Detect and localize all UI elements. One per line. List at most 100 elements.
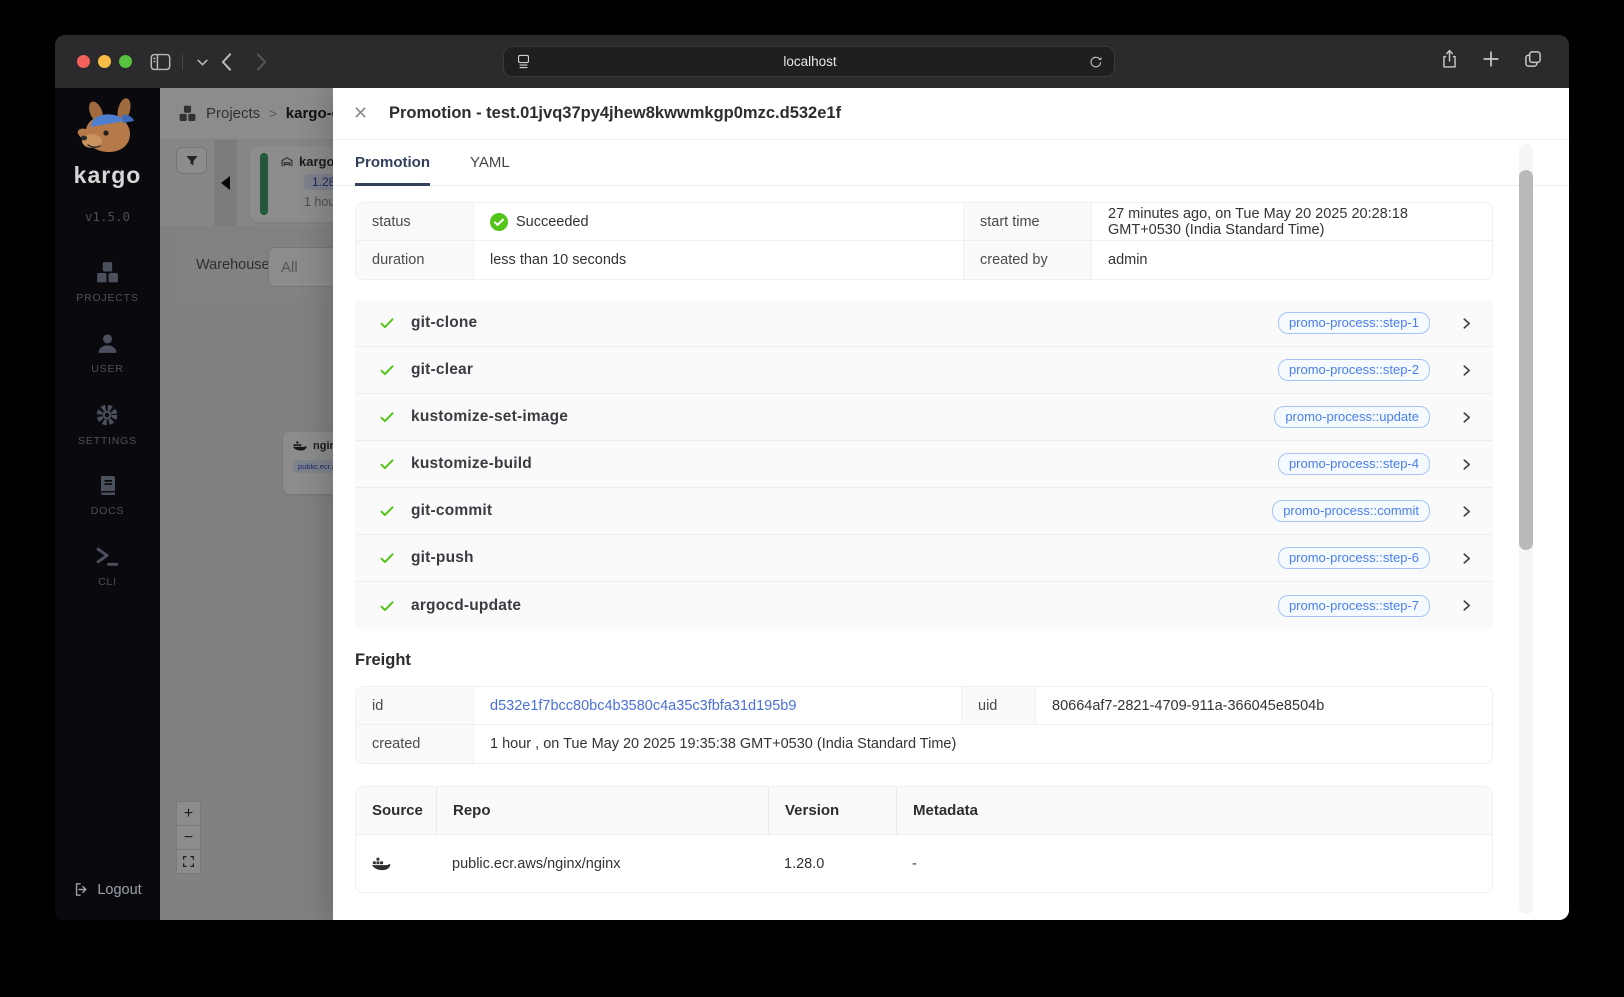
reload-icon[interactable] [1088, 54, 1103, 69]
sidebar-nav: PROJECTS USER SETTINGS DOCS CLI [76, 260, 138, 588]
chevron-right-icon[interactable] [1460, 364, 1473, 377]
check-icon [380, 318, 394, 329]
freight-heading: Freight [355, 651, 411, 669]
column-version: Version [768, 787, 896, 834]
artifact-version: 1.28.0 [784, 855, 825, 872]
step-name: git-clear [411, 361, 474, 378]
step-row-argocd-update[interactable]: argocd-update promo-process::step-7 [355, 582, 1493, 629]
boxes-icon [95, 260, 120, 285]
version-label: v1.5.0 [84, 209, 131, 224]
created-by-label: created by [964, 241, 1092, 279]
page-icon [515, 53, 532, 70]
tab-overview-icon[interactable] [1523, 49, 1543, 69]
step-row-git-clone[interactable]: git-clone promo-process::step-1 [355, 300, 1493, 347]
new-tab-icon[interactable] [1482, 50, 1500, 68]
freight-artifacts-table: Source Repo Version Metadata public.ecr.… [355, 786, 1493, 893]
artifact-row: public.ecr.aws/nginx/nginx 1.28.0 - [356, 834, 1492, 892]
freight-info-table: id d532e1f7bcc80bc4b3580c4a35c3fbfa31d19… [355, 686, 1493, 764]
step-badge: promo-process::step-7 [1277, 594, 1430, 617]
artifact-metadata: - [912, 855, 917, 872]
kargo-wordmark: kargo [73, 162, 142, 188]
step-badge: promo-process::step-2 [1277, 359, 1430, 381]
chevron-down-icon[interactable] [189, 49, 215, 75]
chevron-right-icon[interactable] [1460, 599, 1473, 612]
step-badge: promo-process::update [1274, 406, 1430, 428]
back-icon[interactable] [213, 49, 239, 75]
duration-label: duration [356, 241, 474, 279]
step-badge: promo-process::step-6 [1277, 547, 1430, 569]
user-icon [95, 331, 120, 356]
minimize-window-button[interactable] [98, 55, 111, 68]
close-window-button[interactable] [77, 55, 90, 68]
drawer-scrollbar-thumb[interactable] [1519, 170, 1533, 550]
step-row-git-clear[interactable]: git-clear promo-process::step-2 [355, 347, 1493, 394]
chevron-right-icon[interactable] [1460, 411, 1473, 424]
logout-button[interactable]: Logout [73, 881, 142, 898]
freight-created-label: created [356, 725, 474, 763]
docker-icon [372, 857, 391, 870]
check-icon [380, 412, 394, 423]
chevron-right-icon[interactable] [1460, 505, 1473, 518]
screen: localhost kargo v1.5.0 PROJECTS USER SET… [0, 0, 1624, 997]
book-icon [95, 474, 119, 498]
sidebar-item-docs[interactable]: DOCS [91, 474, 125, 517]
step-badge: promo-process::step-1 [1277, 312, 1430, 334]
sidebar-item-label: SETTINGS [78, 435, 137, 447]
forward-icon[interactable] [248, 49, 274, 75]
main-content: Projects > kargo-demo 1.28.0 1 hour Ware… [160, 88, 1569, 920]
step-name: git-clone [411, 314, 478, 331]
step-badge: promo-process::commit [1272, 500, 1430, 522]
zoom-window-button[interactable] [119, 55, 132, 68]
address-bar[interactable]: localhost [503, 46, 1115, 77]
drawer-title: Promotion - test.01jvq37py4jhew8kwwmkgp0… [389, 104, 842, 122]
freight-id-value: d532e1f7bcc80bc4b3580c4a35c3fbfa31d195b9 [474, 687, 962, 725]
created-by-value: admin [1108, 252, 1148, 268]
tab-yaml[interactable]: YAML [470, 140, 510, 185]
close-icon[interactable]: ✕ [353, 103, 379, 124]
freight-id-label: id [356, 687, 474, 725]
freight-uid-label: uid [962, 687, 1036, 725]
chevron-right-icon[interactable] [1460, 317, 1473, 330]
sidebar-item-label: CLI [98, 576, 117, 588]
sidebar-item-user[interactable]: USER [91, 331, 123, 375]
sidebar-item-projects[interactable]: PROJECTS [76, 260, 138, 304]
step-badge: promo-process::step-4 [1277, 453, 1430, 475]
freight-id-link[interactable]: d532e1f7bcc80bc4b3580c4a35c3fbfa31d195b9 [490, 698, 796, 714]
step-name: kustomize-build [411, 455, 532, 472]
promotion-steps-list: git-clone promo-process::step-1 git-clea… [355, 300, 1493, 629]
column-metadata: Metadata [896, 787, 1492, 834]
check-icon [380, 365, 394, 376]
titlebar-divider [182, 54, 183, 70]
terminal-icon [95, 544, 120, 569]
check-icon [380, 506, 394, 517]
sidebar-toggle-icon[interactable] [147, 49, 173, 75]
check-icon [380, 553, 394, 564]
step-row-kustomize-build[interactable]: kustomize-build promo-process::step-4 [355, 441, 1493, 488]
browser-window: localhost kargo v1.5.0 PROJECTS USER SET… [55, 35, 1569, 920]
drawer-body: status Succeeded start time 27 minutes a… [333, 186, 1569, 920]
sidebar-item-settings[interactable]: SETTINGS [78, 402, 137, 447]
step-row-kustomize-set-image[interactable]: kustomize-set-image promo-process::updat… [355, 394, 1493, 441]
promotion-info-table: status Succeeded start time 27 minutes a… [355, 202, 1493, 280]
check-icon [380, 600, 394, 611]
step-row-git-push[interactable]: git-push promo-process::step-6 [355, 535, 1493, 582]
column-repo: Repo [436, 787, 768, 834]
kargo-logo [77, 98, 134, 152]
artifacts-header-row: Source Repo Version Metadata [356, 787, 1492, 834]
step-row-git-commit[interactable]: git-commit promo-process::commit [355, 488, 1493, 535]
status-text: Succeeded [516, 213, 589, 230]
chevron-right-icon[interactable] [1460, 458, 1473, 471]
step-name: git-commit [411, 502, 493, 519]
tab-promotion[interactable]: Promotion [355, 140, 430, 186]
step-name: kustomize-set-image [411, 408, 569, 425]
share-icon[interactable] [1440, 48, 1459, 70]
duration-value: less than 10 seconds [474, 241, 964, 279]
artifact-source [356, 835, 436, 892]
sidebar-item-cli[interactable]: CLI [95, 544, 120, 588]
sidebar: kargo v1.5.0 PROJECTS USER SETTINGS DOCS… [55, 88, 160, 920]
gear-icon [94, 402, 120, 428]
drawer-scrollbar[interactable] [1519, 144, 1533, 914]
chevron-right-icon[interactable] [1460, 552, 1473, 565]
sidebar-item-label: PROJECTS [76, 292, 139, 304]
artifact-repo: public.ecr.aws/nginx/nginx [452, 855, 621, 872]
